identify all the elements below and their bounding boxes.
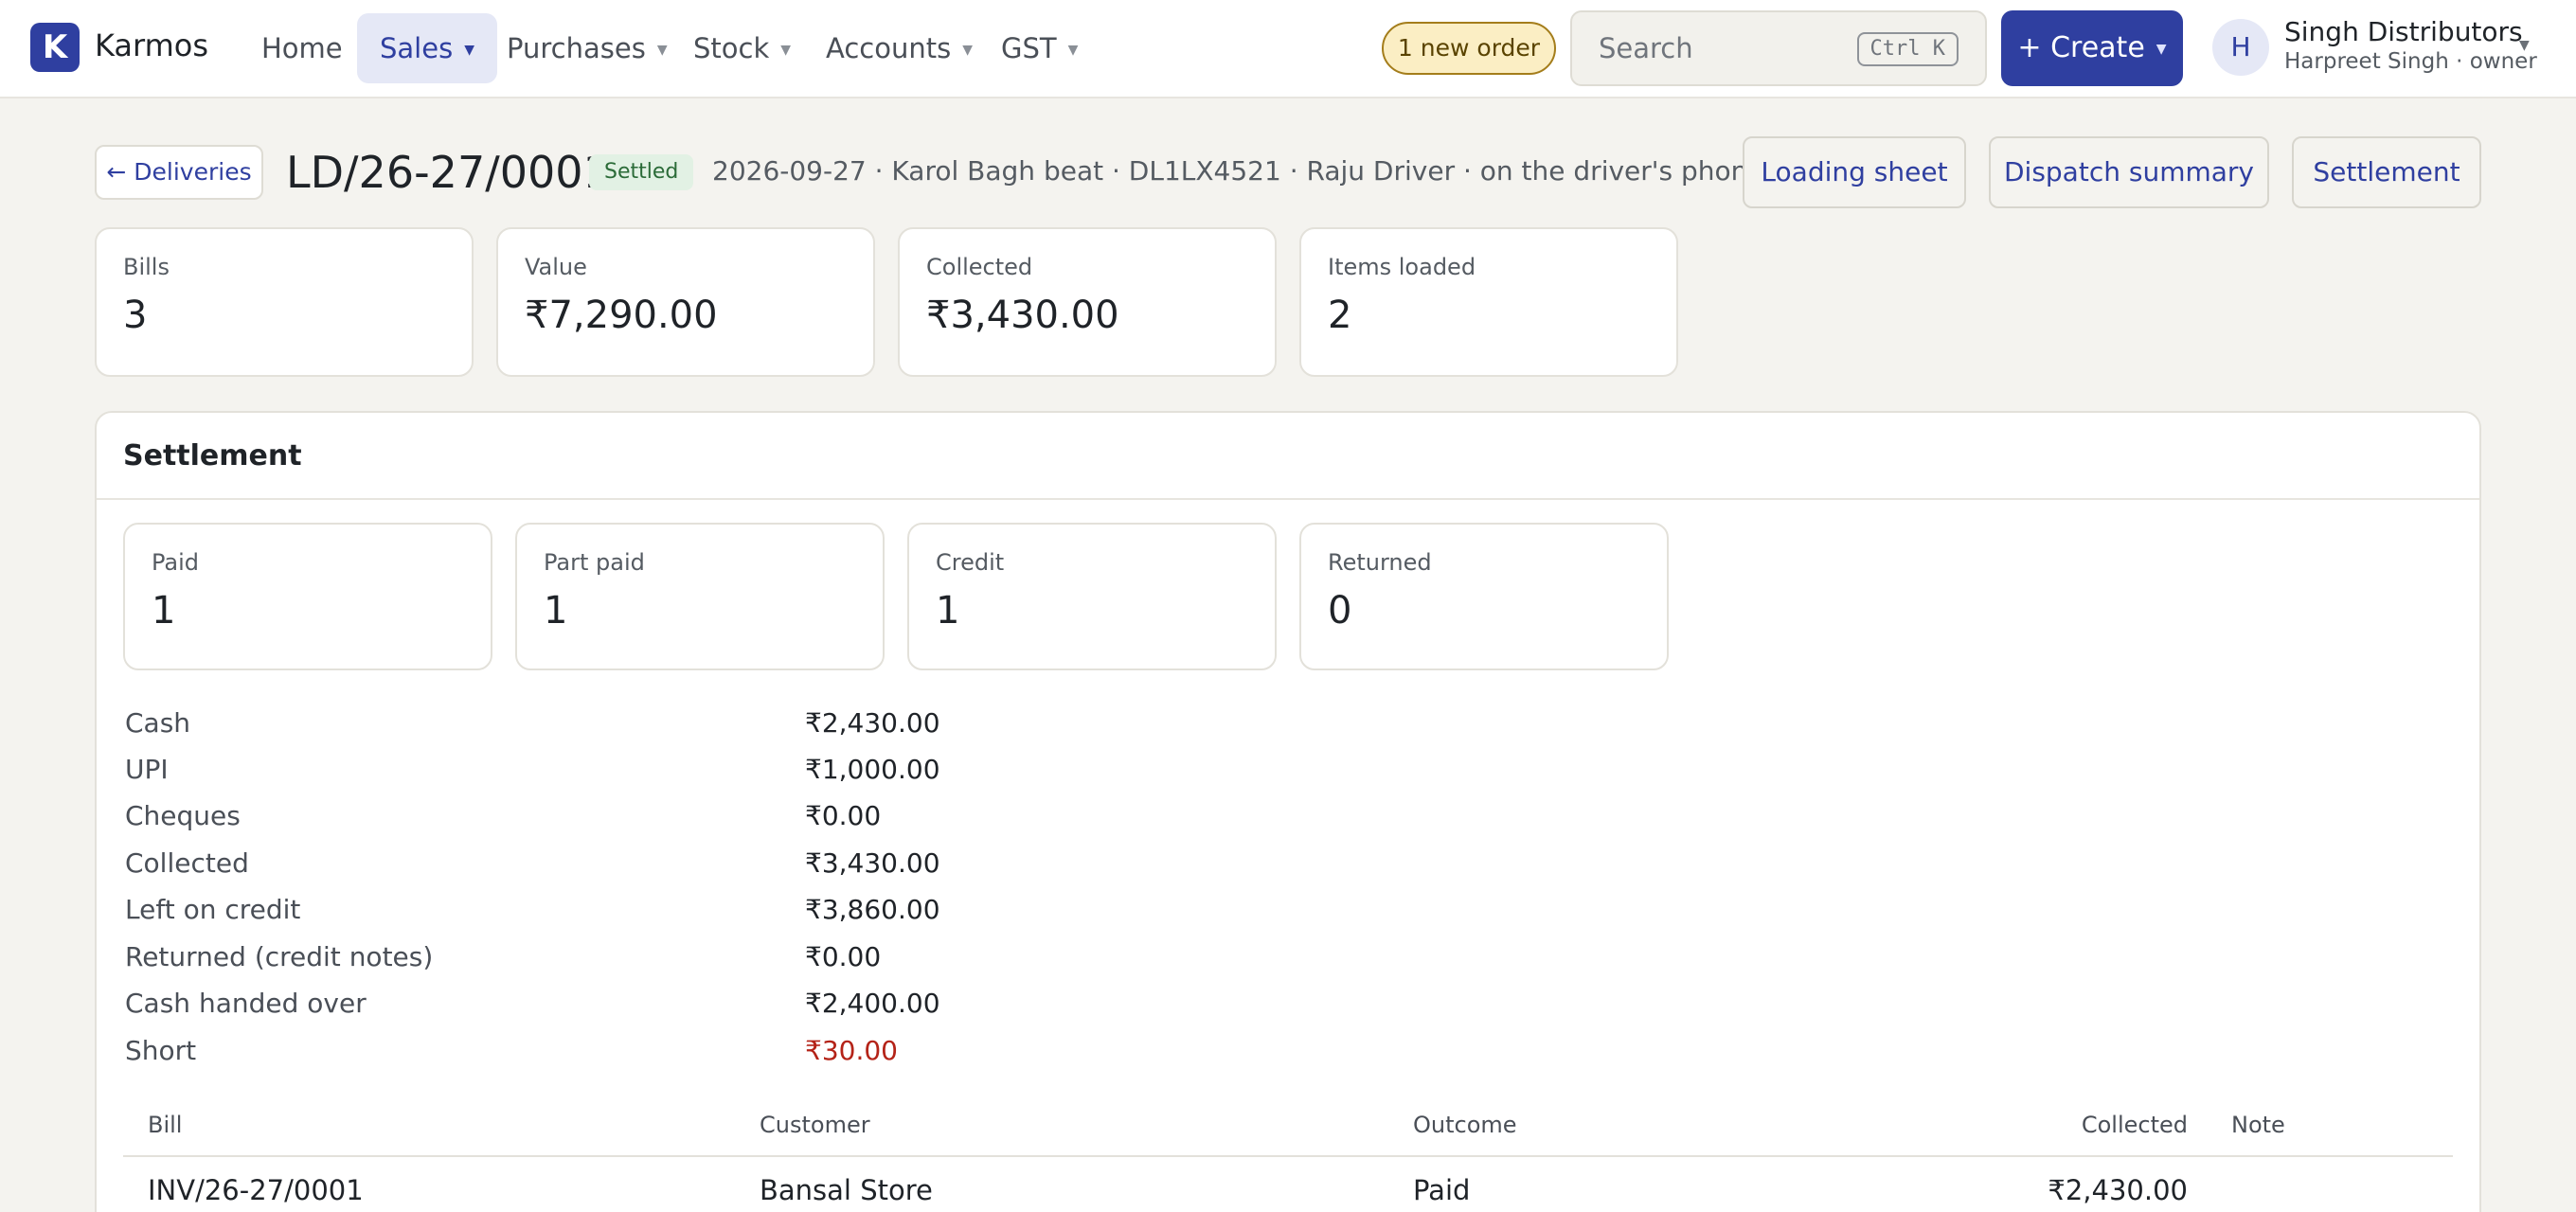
stat-value: 2 bbox=[1328, 294, 1352, 337]
count-card-credit: Credit 1 bbox=[907, 523, 1277, 670]
summary-label-collected: Collected bbox=[125, 847, 249, 879]
nav-purchases-label: Purchases bbox=[507, 32, 646, 64]
user-role-subtitle: Harpreet Singh · owner bbox=[2284, 49, 2537, 74]
section-title: Settlement bbox=[123, 439, 302, 472]
count-value: 1 bbox=[544, 589, 568, 633]
stat-value: 3 bbox=[123, 294, 148, 337]
divider bbox=[123, 1155, 2453, 1157]
search-input[interactable]: Search Ctrl K bbox=[1570, 10, 1987, 86]
nav-stock-label: Stock bbox=[693, 32, 770, 64]
summary-value-upi: ₹1,000.00 bbox=[805, 754, 940, 785]
summary-label-left-on-credit: Left on credit bbox=[125, 894, 301, 925]
search-shortcut-hint: Ctrl K bbox=[1856, 32, 1959, 66]
nav-sales[interactable]: Sales ▼ bbox=[357, 13, 497, 83]
count-value: 1 bbox=[152, 589, 176, 633]
cell-collected: ₹2,430.00 bbox=[2048, 1174, 2188, 1206]
settlement-panel: Settlement Paid 1 Part paid 1 Credit 1 R… bbox=[95, 411, 2481, 1212]
new-order-badge[interactable]: 1 new order bbox=[1382, 22, 1556, 75]
brand-name[interactable]: Karmos bbox=[95, 27, 208, 64]
summary-value-collected: ₹3,430.00 bbox=[805, 847, 940, 879]
dispatch-summary-button[interactable]: Dispatch summary bbox=[1989, 136, 2269, 208]
create-button[interactable]: + Create ▼ bbox=[2001, 10, 2183, 86]
nav-stock[interactable]: Stock ▼ bbox=[671, 13, 814, 83]
summary-value-left-on-credit: ₹3,860.00 bbox=[805, 894, 940, 925]
chevron-down-icon[interactable]: ▼ bbox=[2519, 38, 2530, 53]
stat-card-bills: Bills 3 bbox=[95, 227, 474, 377]
count-card-part-paid: Part paid 1 bbox=[515, 523, 885, 670]
stat-card-value: Value ₹7,290.00 bbox=[496, 227, 875, 377]
nav-sales-label: Sales bbox=[380, 32, 454, 64]
nav-accounts[interactable]: Accounts ▼ bbox=[803, 13, 995, 83]
chevron-down-icon: ▼ bbox=[962, 43, 973, 58]
column-header-note[interactable]: Note bbox=[2231, 1110, 2285, 1140]
column-header-customer[interactable]: Customer bbox=[760, 1110, 870, 1140]
summary-value-returned-credit-notes: ₹0.00 bbox=[805, 941, 882, 972]
chevron-down-icon: ▼ bbox=[780, 43, 792, 58]
back-to-deliveries-button[interactable]: ← Deliveries bbox=[95, 145, 263, 200]
summary-label-returned-credit-notes: Returned (credit notes) bbox=[125, 941, 434, 972]
count-card-returned: Returned 0 bbox=[1299, 523, 1669, 670]
stat-value: ₹3,430.00 bbox=[926, 294, 1119, 337]
create-button-label: + Create bbox=[2017, 31, 2145, 64]
karmos-logo-icon[interactable]: K bbox=[30, 23, 80, 72]
stat-value: ₹7,290.00 bbox=[525, 294, 718, 337]
top-navigation-bar: K Karmos Home Sales ▼ Purchases ▼ Stock ▼ A… bbox=[0, 0, 2576, 98]
count-label: Credit bbox=[936, 549, 1005, 576]
nav-purchases[interactable]: Purchases ▼ bbox=[484, 13, 690, 83]
nav-home[interactable]: Home bbox=[239, 13, 366, 83]
stat-card-collected: Collected ₹3,430.00 bbox=[898, 227, 1277, 377]
chevron-down-icon: ▼ bbox=[1067, 43, 1079, 58]
stat-label: Items loaded bbox=[1328, 254, 1476, 280]
nav-home-label: Home bbox=[261, 32, 343, 64]
column-header-outcome[interactable]: Outcome bbox=[1413, 1110, 1517, 1140]
nav-gst[interactable]: GST ▼ bbox=[978, 13, 1100, 83]
search-placeholder: Search bbox=[1599, 32, 1693, 64]
delivery-meta: 2026-09-27 · Karol Bagh beat · DL1LX4521… bbox=[712, 155, 1764, 187]
count-value: 0 bbox=[1328, 589, 1352, 633]
summary-label-cash-handed-over: Cash handed over bbox=[125, 988, 367, 1019]
avatar[interactable]: H bbox=[2212, 19, 2269, 76]
summary-value-cash: ₹2,430.00 bbox=[805, 707, 940, 739]
count-value: 1 bbox=[936, 589, 960, 633]
summary-value-cash-handed-over: ₹2,400.00 bbox=[805, 988, 940, 1019]
settlement-button[interactable]: Settlement bbox=[2292, 136, 2481, 208]
summary-label-upi: UPI bbox=[125, 754, 169, 785]
status-badge: Settled bbox=[589, 154, 694, 190]
summary-value-cheques: ₹0.00 bbox=[805, 800, 882, 831]
summary-label-cheques: Cheques bbox=[125, 800, 241, 831]
column-header-collected[interactable]: Collected bbox=[1991, 1110, 2188, 1140]
cell-customer: Bansal Store bbox=[760, 1174, 933, 1206]
chevron-down-icon: ▼ bbox=[464, 43, 474, 58]
chevron-down-icon: ▼ bbox=[656, 43, 668, 58]
stat-label: Bills bbox=[123, 254, 170, 280]
cell-bill[interactable]: INV/26-27/0001 bbox=[148, 1172, 364, 1208]
summary-label-cash: Cash bbox=[125, 707, 191, 739]
column-header-bill[interactable]: Bill bbox=[148, 1110, 182, 1140]
loading-sheet-button[interactable]: Loading sheet bbox=[1743, 136, 1966, 208]
divider bbox=[97, 498, 2479, 500]
organization-name[interactable]: Singh Distributors bbox=[2284, 16, 2523, 48]
stat-label: Value bbox=[525, 254, 587, 280]
nav-gst-label: GST bbox=[1001, 32, 1057, 64]
summary-label-short: Short bbox=[125, 1035, 197, 1066]
cell-outcome: Paid bbox=[1413, 1174, 1471, 1206]
count-label: Paid bbox=[152, 549, 200, 576]
page-title: LD/26-27/0001 bbox=[286, 147, 611, 198]
count-card-paid: Paid 1 bbox=[123, 523, 492, 670]
stat-label: Collected bbox=[926, 254, 1033, 280]
nav-accounts-label: Accounts bbox=[826, 32, 952, 64]
count-label: Part paid bbox=[544, 549, 645, 576]
count-label: Returned bbox=[1328, 549, 1432, 576]
stat-card-items-loaded: Items loaded 2 bbox=[1299, 227, 1678, 377]
summary-value-short: ₹30.00 bbox=[805, 1035, 898, 1066]
chevron-down-icon: ▼ bbox=[2156, 42, 2167, 57]
